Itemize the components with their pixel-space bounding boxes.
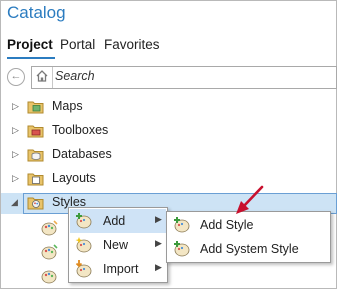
- annotation-arrow-icon: [236, 185, 264, 214]
- tree-item-databases[interactable]: ▷ Databases: [1, 145, 336, 166]
- style-item-icon[interactable]: [40, 267, 60, 285]
- folder-styles-icon: [27, 197, 44, 210]
- tree-item-label: Layouts: [52, 171, 96, 185]
- submenu-arrow-icon: ▶: [155, 238, 162, 248]
- menu-item-label: Add System Style: [200, 242, 299, 256]
- tab-portal[interactable]: Portal: [60, 37, 95, 52]
- submenu-arrow-icon: ▶: [155, 214, 162, 224]
- tab-project[interactable]: Project: [7, 37, 53, 52]
- menu-item-label: Add Style: [200, 218, 254, 232]
- add-system-style-icon: [174, 241, 190, 257]
- import-style-icon: [75, 260, 92, 278]
- menu-item-new[interactable]: New ▶: [70, 233, 166, 257]
- search-placeholder: Search: [55, 69, 95, 83]
- menu-item-add-system-style[interactable]: Add System Style: [168, 237, 329, 261]
- expand-arrow-icon[interactable]: ▷: [12, 101, 19, 112]
- expand-arrow-icon[interactable]: ▷: [12, 125, 19, 136]
- tree-item-toolboxes[interactable]: ▷ Toolboxes: [1, 121, 336, 142]
- style-item-icon[interactable]: [40, 243, 60, 261]
- collapse-arrow-icon[interactable]: ◢: [11, 197, 18, 208]
- folder-maps-icon: [27, 101, 44, 114]
- add-submenu: Add Style Add System Style: [166, 211, 331, 263]
- new-style-icon: [75, 237, 92, 253]
- back-icon[interactable]: ←: [7, 68, 25, 86]
- search-separator: [52, 67, 53, 88]
- tree-item-maps[interactable]: ▷ Maps: [1, 97, 336, 118]
- folder-databases-icon: [27, 149, 44, 162]
- home-icon[interactable]: [35, 69, 49, 83]
- style-item-icon[interactable]: [40, 219, 60, 237]
- submenu-arrow-icon: ▶: [155, 262, 162, 272]
- menu-item-label: New: [103, 238, 129, 252]
- active-tab-indicator: [7, 57, 55, 59]
- menu-item-label: Add: [103, 214, 126, 228]
- tree-item-layouts[interactable]: ▷ Layouts: [1, 169, 336, 190]
- search-input[interactable]: Search: [31, 66, 337, 89]
- menu-item-label: Import: [103, 262, 139, 276]
- tree-item-label: Databases: [52, 147, 112, 161]
- menu-item-import[interactable]: Import ▶: [70, 257, 166, 281]
- tab-favorites[interactable]: Favorites: [104, 37, 160, 52]
- folder-layouts-icon: [27, 173, 44, 186]
- pane-title: Catalog: [7, 3, 66, 22]
- context-menu: Add ▶ New ▶ Import ▶: [68, 207, 168, 283]
- tree-item-label: Maps: [52, 99, 83, 113]
- add-style-icon: [174, 217, 190, 233]
- expand-arrow-icon[interactable]: ▷: [12, 173, 19, 184]
- expand-arrow-icon[interactable]: ▷: [12, 149, 19, 160]
- folder-toolboxes-icon: [27, 125, 44, 138]
- tree-item-label: Toolboxes: [52, 123, 109, 137]
- add-style-icon: [76, 213, 92, 229]
- menu-item-add[interactable]: Add ▶: [70, 209, 166, 233]
